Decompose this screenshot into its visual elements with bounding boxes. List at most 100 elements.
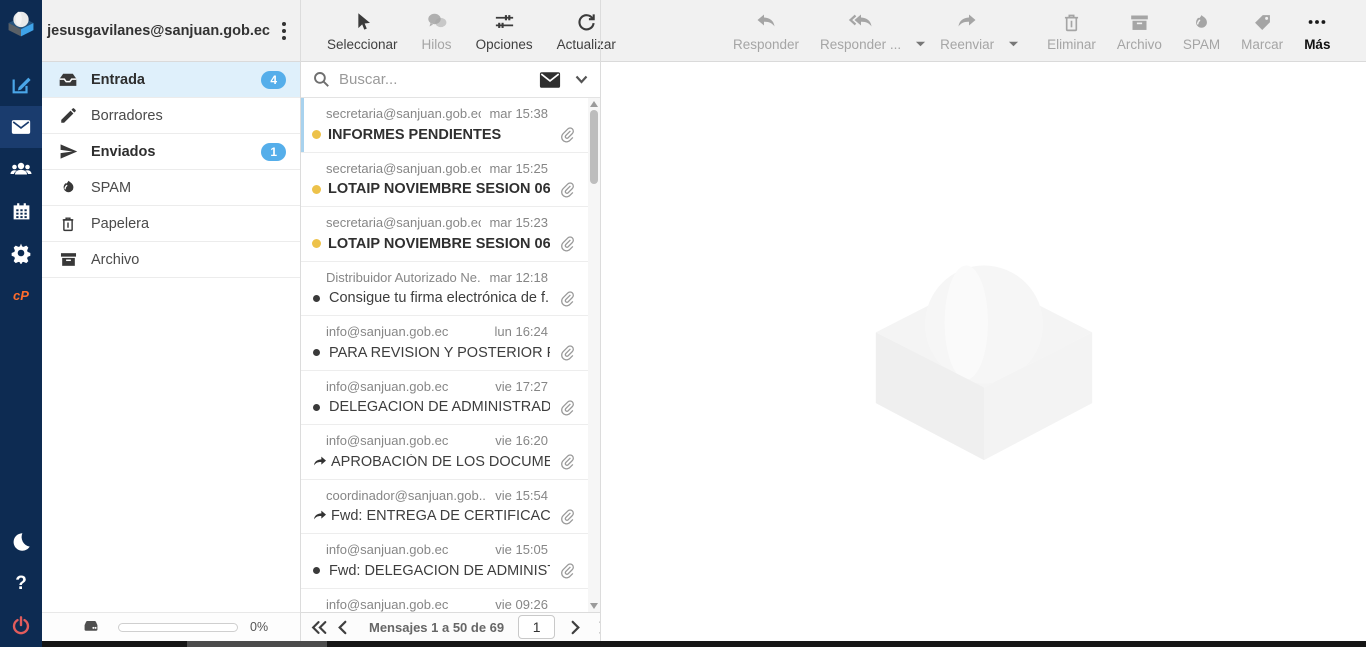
next-page-button[interactable] [565, 620, 586, 635]
scroll-up-arrow[interactable] [590, 101, 598, 107]
snappymail-logo[interactable] [0, 0, 42, 46]
unread-dot-icon[interactable] [312, 130, 321, 139]
message-sender: info@sanjuan.gob.ec [326, 597, 448, 612]
sidebar-item-papelera[interactable]: Papelera [42, 206, 300, 242]
attachment-icon [558, 290, 575, 307]
reply-icon [754, 9, 778, 35]
unread-dot-icon[interactable] [312, 239, 321, 248]
message-date: vie 17:27 [495, 379, 548, 394]
read-dot-icon[interactable] [313, 404, 320, 411]
account-menu-button[interactable] [276, 20, 292, 42]
sidebar-item-label: Papelera [91, 216, 286, 232]
first-page-button[interactable] [306, 620, 332, 635]
sliders-icon [493, 9, 516, 35]
message-row[interactable]: secretaria@sanjuan.gob.ecmar 15:23 LOTAI… [300, 207, 588, 262]
bottom-scroll-strip[interactable] [42, 641, 1366, 647]
sidebar-item-entrada[interactable]: Entrada 4 [42, 62, 300, 98]
cpanel-button[interactable]: cP [0, 274, 42, 316]
message-view-pane [601, 62, 1366, 641]
search-options-caret[interactable] [575, 75, 588, 84]
message-sender: info@sanjuan.gob.ec [326, 324, 448, 339]
attachment-icon [558, 344, 575, 361]
reply-button[interactable]: Responder [726, 0, 806, 52]
disk-icon [80, 616, 102, 638]
search-input[interactable] [339, 71, 539, 88]
spam-button[interactable]: SPAM [1176, 0, 1227, 52]
threads-button[interactable]: Hilos [415, 0, 459, 52]
settings-button[interactable] [0, 232, 42, 274]
cpanel-icon: cP [13, 288, 29, 303]
archive-button[interactable]: Archivo [1110, 0, 1169, 52]
message-date: vie 15:54 [495, 488, 548, 503]
contacts-button[interactable] [0, 148, 42, 190]
message-row[interactable]: secretaria@sanjuan.gob.ec mar 15:38 INFOR… [300, 98, 588, 153]
message-list: secretaria@sanjuan.gob.ec mar 15:38 INFOR… [300, 98, 588, 612]
scrollbar-thumb[interactable] [590, 110, 598, 184]
pencil-icon [58, 106, 78, 126]
archive-icon [1129, 9, 1150, 35]
reply-all-icon [848, 9, 874, 35]
message-row[interactable]: info@sanjuan.gob.ecvie 15:05 Fwd: DELEGA… [300, 534, 588, 589]
scroll-down-arrow[interactable] [590, 603, 598, 609]
read-dot-icon[interactable] [313, 295, 320, 302]
reply-all-button[interactable]: Responder ... [813, 0, 908, 52]
sidebar-item-borradores[interactable]: Borradores [42, 98, 300, 134]
bottom-scroll-thumb[interactable] [187, 641, 327, 647]
options-button[interactable]: Opciones [469, 0, 540, 52]
mail-nav-button[interactable] [0, 106, 42, 148]
compose-button[interactable] [0, 64, 42, 106]
sidebar-item-spam[interactable]: SPAM [42, 170, 300, 206]
send-icon [58, 142, 78, 162]
read-dot-icon[interactable] [313, 567, 320, 574]
forward-dropdown-caret[interactable] [1008, 40, 1019, 48]
quota-percent: 0% [250, 620, 268, 634]
message-subject: LOTAIP NOVIEMBRE SESION 062 [328, 181, 550, 197]
contacts-icon [9, 157, 33, 181]
trash-icon [58, 214, 78, 234]
message-row[interactable]: info@sanjuan.gob.ecvie 16:20 APROBACIÓN … [300, 425, 588, 480]
read-dot-icon[interactable] [313, 349, 320, 356]
message-sender: info@sanjuan.gob.ec [326, 433, 448, 448]
theme-toggle-button[interactable] [0, 521, 42, 563]
snappymail-logo-icon [5, 7, 37, 39]
pagination-bar: Mensajes 1 a 50 de 69 [300, 612, 600, 641]
tag-icon [1252, 9, 1273, 35]
message-row[interactable]: Distribuidor Autorizado Ne...mar 12:18 C… [300, 262, 588, 317]
quota-progress [118, 623, 238, 632]
prev-page-button[interactable] [332, 620, 353, 635]
message-row[interactable]: coordinador@sanjuan.gob....vie 15:54 Fwd… [300, 480, 588, 535]
message-date: mar 15:25 [489, 161, 548, 176]
sidebar-item-label: Enviados [91, 144, 261, 160]
attachment-icon [558, 235, 575, 252]
sidebar-item-archivo[interactable]: Archivo [42, 242, 300, 278]
delete-button[interactable]: Eliminar [1040, 0, 1103, 52]
account-header: jesusgavilanes@sanjuan.gob.ec [42, 0, 300, 62]
attachment-icon [558, 126, 575, 143]
help-button[interactable]: ? [0, 563, 42, 605]
more-button[interactable]: Más [1297, 0, 1337, 52]
message-date: vie 09:26 [495, 597, 548, 612]
logout-button[interactable] [0, 605, 42, 647]
message-subject: INFORMES PENDIENTES [328, 127, 550, 143]
sidebar-item-enviados[interactable]: Enviados 1 [42, 134, 300, 170]
message-row[interactable]: secretaria@sanjuan.gob.ecmar 15:25 LOTAI… [300, 153, 588, 208]
reply-all-dropdown-caret[interactable] [915, 40, 926, 48]
mail-filter-icon[interactable] [539, 71, 561, 89]
page-number-input[interactable] [518, 615, 555, 639]
forward-button[interactable]: Reenviar [933, 0, 1001, 52]
calendar-button[interactable] [0, 190, 42, 232]
message-row[interactable]: info@sanjuan.gob.ecvie 17:27 DELEGACION … [300, 371, 588, 426]
app-rail: cP ? [0, 0, 42, 647]
message-sender: secretaria@sanjuan.gob.ec [326, 106, 481, 121]
list-scrollbar[interactable] [588, 98, 600, 612]
message-row[interactable]: info@sanjuan.gob.eclun 16:24 PARA REVISI… [300, 316, 588, 371]
message-row[interactable]: info@sanjuan.gob.ec vie 09:26 [300, 589, 588, 613]
message-date: mar 15:23 [489, 215, 548, 230]
unread-dot-icon[interactable] [312, 185, 321, 194]
message-date: mar 15:38 [489, 106, 548, 121]
select-button[interactable]: Seleccionar [320, 0, 405, 52]
message-sender: secretaria@sanjuan.gob.ec [326, 215, 481, 230]
attachment-icon [558, 453, 575, 470]
tag-button[interactable]: Marcar [1234, 0, 1290, 52]
pagination-label: Mensajes 1 a 50 de 69 [369, 620, 504, 635]
